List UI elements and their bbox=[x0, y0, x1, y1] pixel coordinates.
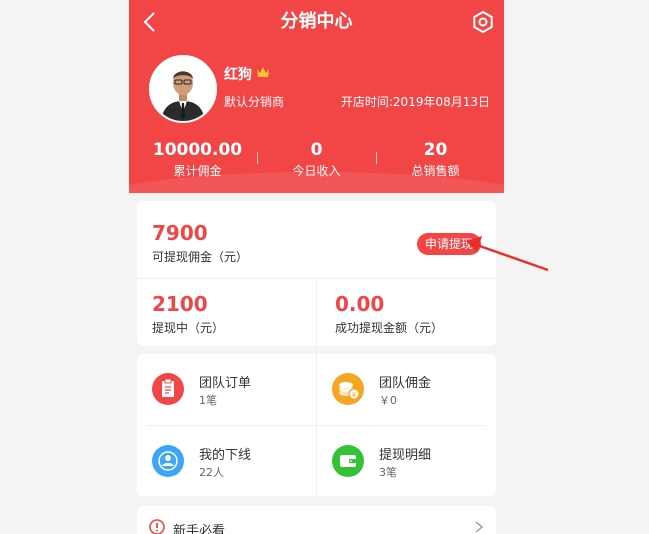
menu-item-team-commission[interactable]: ¥ 团队佣金 ￥0 bbox=[317, 354, 496, 425]
person-photo-icon bbox=[151, 57, 215, 121]
success-withdraw-amount: 0.00 bbox=[335, 292, 385, 316]
available-commission-label: 可提现佣金（元） bbox=[152, 250, 249, 264]
chevron-right-icon bbox=[475, 521, 484, 533]
success-withdraw-label: 成功提现金额（元） bbox=[335, 321, 444, 335]
svg-text:¥: ¥ bbox=[352, 391, 357, 399]
store-name: 红狗 bbox=[224, 67, 252, 83]
stat-label: 今日收入 bbox=[292, 164, 341, 178]
stat-total-sales: 20 总销售额 bbox=[373, 140, 498, 181]
open-date: 开店时间:2019年08月13日 bbox=[340, 95, 490, 109]
stat-total-commission: 10000.00 累计佣金 bbox=[135, 140, 260, 181]
stat-value: 10000.00 bbox=[152, 140, 243, 160]
withdraw-card: 7900 可提现佣金（元） 申请提现 2100 提现中（元） 0.00 成功提现… bbox=[137, 201, 496, 346]
distributor-level: 默认分销商 bbox=[224, 95, 285, 109]
menu-subtitle: 1笔 bbox=[199, 394, 217, 407]
header-banner: 分销中心 红狗 默认分销商 开店时间:2019年08月13日 10000.00 … bbox=[129, 0, 504, 193]
stat-value: 0 bbox=[310, 140, 323, 160]
menu-subtitle: 22人 bbox=[199, 466, 224, 479]
alert-icon bbox=[149, 519, 165, 534]
menu-item-team-orders[interactable]: 团队订单 1笔 bbox=[137, 354, 316, 425]
available-commission-amount: 7900 bbox=[152, 221, 208, 245]
stat-today-income: 0 今日收入 bbox=[254, 140, 379, 181]
settings-icon bbox=[473, 10, 493, 34]
coins-icon: ¥ bbox=[332, 373, 364, 405]
menu-subtitle: 3笔 bbox=[379, 466, 397, 479]
wallet-icon bbox=[332, 445, 364, 477]
settings-button[interactable] bbox=[472, 10, 494, 34]
app-screen: 分销中心 红狗 默认分销商 开店时间:2019年08月13日 10000.00 … bbox=[129, 0, 504, 534]
guide-label: 新手必看 bbox=[173, 524, 226, 534]
page-title: 分销中心 bbox=[280, 11, 353, 32]
divider bbox=[316, 279, 317, 346]
annotation-arrow-icon bbox=[466, 236, 549, 272]
menu-title: 团队订单 bbox=[199, 376, 252, 391]
stat-label: 累计佣金 bbox=[173, 164, 222, 178]
menu-item-withdraw-details[interactable]: 提现明细 3笔 bbox=[317, 426, 496, 497]
avatar bbox=[149, 55, 217, 123]
stat-label: 总销售额 bbox=[411, 164, 460, 178]
menu-item-my-downline[interactable]: 我的下线 22人 bbox=[137, 426, 316, 497]
menu-title: 团队佣金 bbox=[379, 376, 432, 391]
menu-title: 提现明细 bbox=[379, 448, 432, 463]
crown-icon bbox=[257, 67, 269, 77]
clipboard-icon bbox=[152, 373, 184, 405]
menu-grid: 团队订单 1笔 ¥ 团队佣金 ￥0 我的下线 22人 提现明细 3笔 bbox=[137, 354, 496, 496]
pending-withdraw-amount: 2100 bbox=[152, 292, 208, 316]
beginner-guide-row[interactable]: 新手必看 bbox=[137, 506, 496, 534]
user-icon bbox=[152, 445, 184, 477]
menu-title: 我的下线 bbox=[199, 448, 252, 463]
stat-value: 20 bbox=[423, 140, 448, 160]
pending-withdraw-label: 提现中（元） bbox=[152, 321, 225, 335]
menu-subtitle: ￥0 bbox=[379, 394, 397, 407]
